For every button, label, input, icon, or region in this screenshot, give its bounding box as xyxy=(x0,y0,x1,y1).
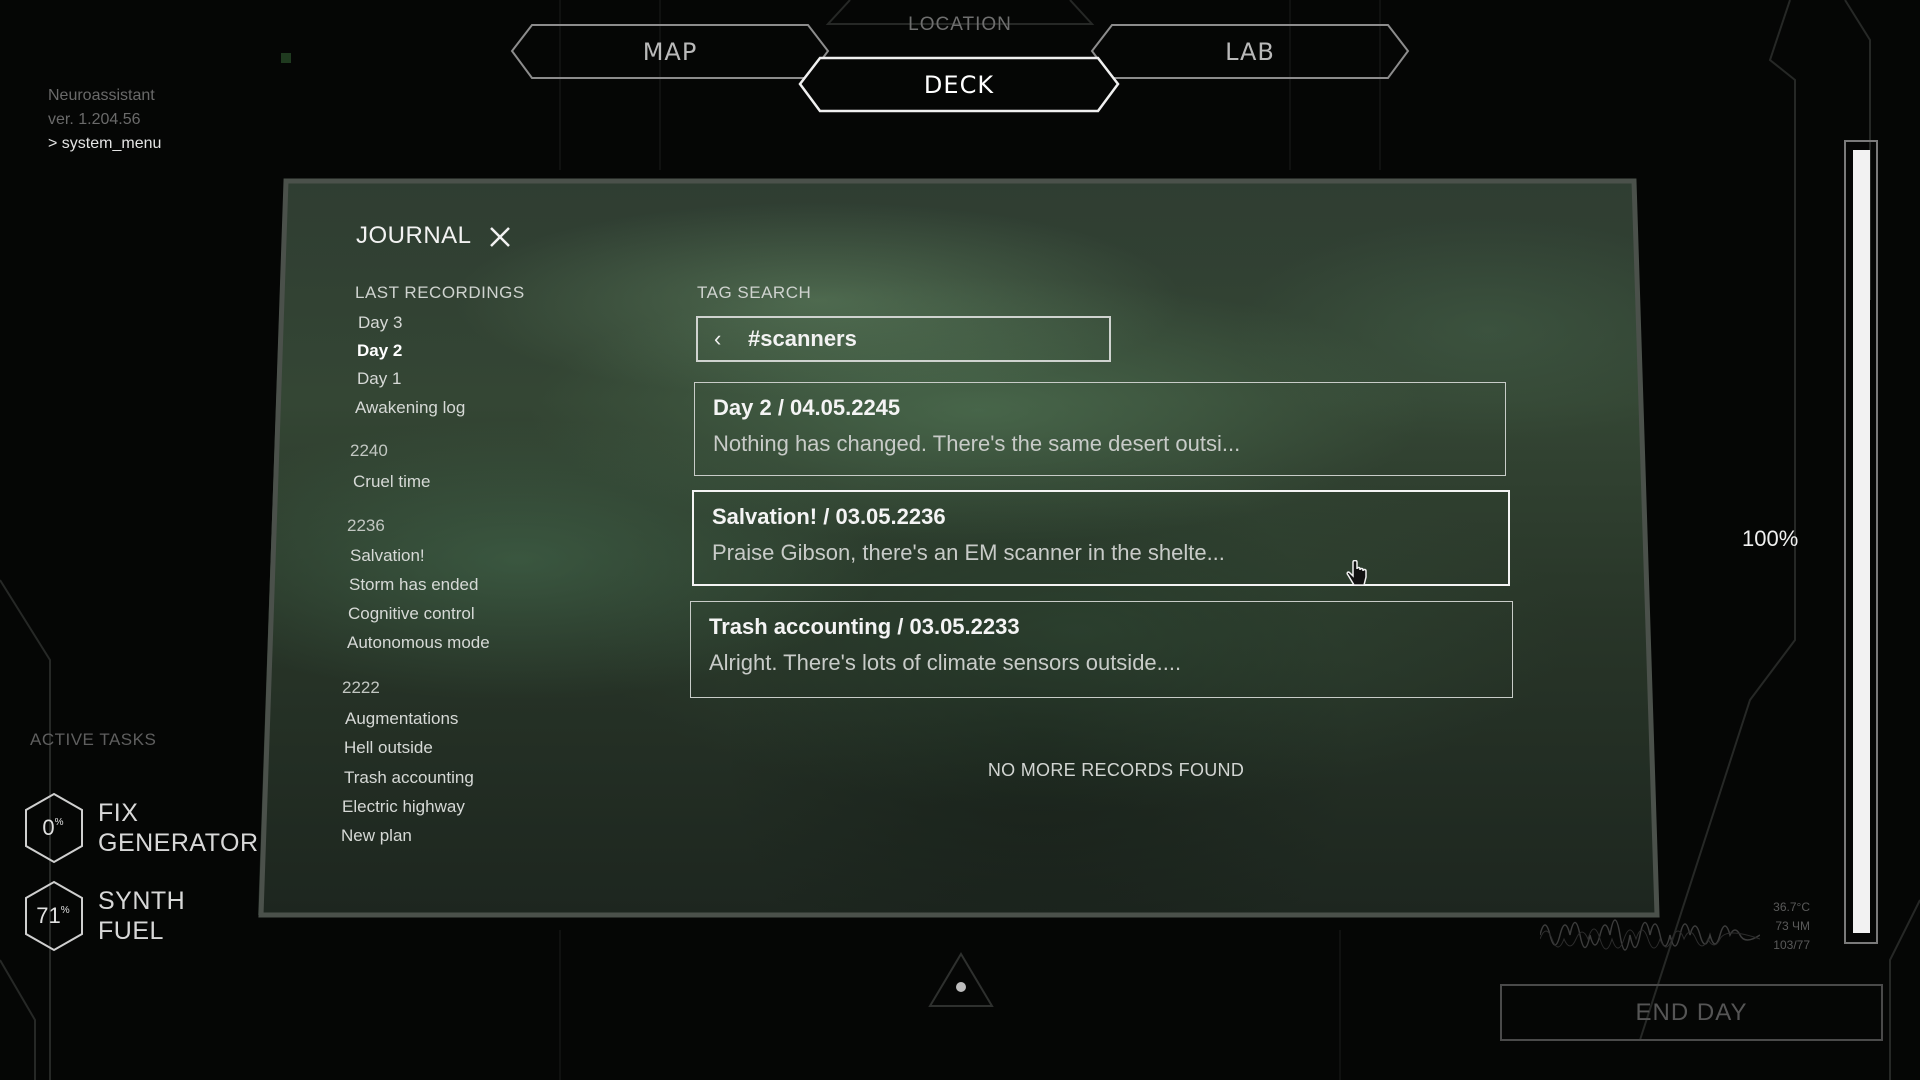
sidebar-item-storm-has-ended[interactable]: Storm has ended xyxy=(349,575,478,595)
sidebar-item-cruel-time[interactable]: Cruel time xyxy=(353,472,430,492)
sidebar-item-autonomous-mode[interactable]: Autonomous mode xyxy=(347,633,490,653)
tab-label: MAP xyxy=(642,37,698,66)
active-tasks-heading: ACTIVE TASKS xyxy=(30,730,157,749)
sidebar-item-cognitive-control[interactable]: Cognitive control xyxy=(348,604,475,624)
year-heading-2222: 2222 xyxy=(342,678,380,697)
sidebar-item-hell-outside[interactable]: Hell outside xyxy=(344,738,433,758)
energy-gauge-fill xyxy=(1853,150,1870,933)
neuroassistant-name: Neuroassistant xyxy=(48,87,155,104)
sidebar-item-new-plan[interactable]: New plan xyxy=(341,826,412,846)
task-name: SYNTH FUEL xyxy=(98,887,186,945)
tab-label: DECK xyxy=(923,70,995,99)
vitals-readout: 36.7°C 73 ЧМ 103/77 xyxy=(1690,898,1810,955)
hand-cursor-icon xyxy=(1346,560,1367,586)
sidebar-item-day-3[interactable]: Day 3 xyxy=(358,313,402,333)
readout-line-3: 103/77 xyxy=(1773,938,1810,952)
tab-label: LAB xyxy=(1225,37,1275,66)
tag-search-value: #scanners xyxy=(748,326,857,351)
no-more-records-note: NO MORE RECORDS FOUND xyxy=(987,760,1245,780)
sidebar-item-awakening-log[interactable]: Awakening log xyxy=(355,398,465,418)
journal-record[interactable]: Day 2 / 04.05.2245 Nothing has changed. … xyxy=(694,382,1506,476)
record-title: Trash accounting / 03.05.2233 xyxy=(709,614,1020,639)
tag-search-label: TAG SEARCH xyxy=(697,283,812,302)
record-title: Salvation! / 03.05.2236 xyxy=(712,504,946,529)
close-icon[interactable] xyxy=(486,223,514,251)
journal-title: JOURNAL xyxy=(356,222,472,249)
last-recordings-heading: LAST RECORDINGS xyxy=(355,283,525,302)
task-synth-fuel[interactable]: 71% SYNTH FUEL xyxy=(22,878,272,954)
tab-deck[interactable]: DECK xyxy=(798,56,1120,113)
sidebar-item-augmentations[interactable]: Augmentations xyxy=(345,709,458,729)
location-label: LOCATION xyxy=(908,14,1012,35)
year-heading-2236: 2236 xyxy=(347,516,385,535)
record-title: Day 2 / 04.05.2245 xyxy=(713,395,901,420)
record-preview: Alright. There's lots of climate sensors… xyxy=(709,650,1182,675)
task-percent: 71% xyxy=(36,903,70,928)
sidebar-item-day-1[interactable]: Day 1 xyxy=(357,369,401,389)
tab-lab[interactable]: LAB xyxy=(1090,23,1410,80)
temperature-readout: 36.7°C xyxy=(1773,900,1810,914)
up-arrow-icon[interactable] xyxy=(926,950,996,1010)
task-percent: 0% xyxy=(42,815,64,840)
readout-line-2: 73 ЧМ xyxy=(1775,919,1810,933)
sidebar-item-day-2[interactable]: Day 2 xyxy=(357,341,402,361)
sidebar-item-salvation[interactable]: Salvation! xyxy=(350,546,425,566)
neuroassistant-info: Neuroassistant ver. 1.204.56 > system_me… xyxy=(48,84,161,156)
tag-search-input[interactable]: ‹ #scanners xyxy=(696,316,1111,362)
neuroassistant-version: ver. 1.204.56 xyxy=(48,111,141,128)
sidebar-item-electric-highway[interactable]: Electric highway xyxy=(342,797,465,817)
task-fix-generator[interactable]: 0% FIX GENERATOR xyxy=(22,790,272,866)
journal-record[interactable]: Trash accounting / 03.05.2233 Alright. T… xyxy=(690,601,1513,698)
journal-record[interactable]: Salvation! / 03.05.2236 Praise Gibson, t… xyxy=(692,490,1510,586)
energy-gauge-percent: 100% xyxy=(1742,526,1799,551)
record-preview: Praise Gibson, there's an EM scanner in … xyxy=(712,540,1225,565)
system-menu-link[interactable]: > system_menu xyxy=(48,132,161,156)
end-day-button[interactable]: END DAY xyxy=(1500,984,1883,1041)
sidebar-item-trash-accounting[interactable]: Trash accounting xyxy=(344,768,474,788)
chevron-left-icon[interactable]: ‹ xyxy=(714,326,748,352)
tab-map[interactable]: MAP xyxy=(510,23,830,80)
record-preview: Nothing has changed. There's the same de… xyxy=(713,431,1241,456)
task-name: FIX GENERATOR xyxy=(98,799,259,857)
year-heading-2240: 2240 xyxy=(350,441,388,460)
